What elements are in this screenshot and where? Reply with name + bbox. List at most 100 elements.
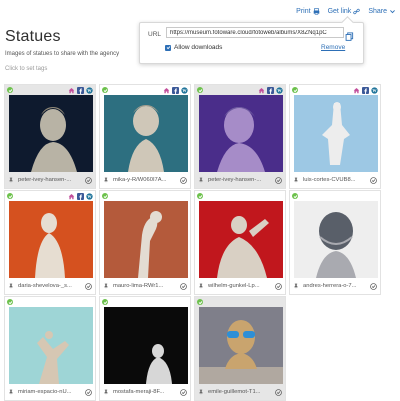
select-asset-checkbox[interactable] [370, 176, 377, 184]
chevron-down-icon [390, 10, 395, 14]
asset-card[interactable]: emile-guillemot-T1... [194, 296, 286, 401]
asset-card[interactable]: W peter-ivey-hansen-... [194, 84, 286, 189]
share-targets: W [68, 87, 93, 94]
asset-thumbnail[interactable] [104, 201, 188, 278]
album-title: Statues [5, 28, 61, 45]
home-icon[interactable] [353, 87, 360, 94]
asset-thumbnail[interactable] [9, 307, 93, 384]
link-icon [353, 8, 360, 15]
asset-thumbnail[interactable] [294, 201, 378, 278]
copy-button[interactable] [345, 28, 354, 41]
asset-thumbnail[interactable] [9, 95, 93, 172]
asset-caption-bar: miriam-espacio-nU... [8, 387, 92, 397]
home-icon[interactable] [258, 87, 265, 94]
asset-card[interactable]: andres-herrera-o-7... [289, 190, 381, 295]
published-status-icon [7, 87, 13, 93]
asset-card[interactable]: W daria-shevelova-_s... [4, 190, 96, 295]
asset-card[interactable]: W peter-ivey-hansen-... [4, 84, 96, 189]
asset-card[interactable]: W luis-cortes-CVUB8... [289, 84, 381, 189]
published-status-icon [292, 193, 298, 199]
select-asset-checkbox[interactable] [275, 388, 282, 396]
asset-card[interactable]: wilhelm-gunkel-Lp... [194, 190, 286, 295]
share-targets: W [68, 193, 93, 200]
published-status-icon [197, 87, 203, 93]
asset-thumbnail[interactable] [199, 95, 283, 172]
wordpress-icon[interactable]: W [371, 87, 378, 94]
pin-icon[interactable] [103, 177, 109, 183]
asset-filename: luis-cortes-CVUB8... [303, 177, 356, 183]
share-targets: W [353, 87, 378, 94]
asset-thumbnail[interactable] [104, 95, 188, 172]
select-asset-checkbox[interactable] [180, 282, 187, 290]
select-asset-checkbox[interactable] [85, 176, 92, 184]
select-asset-checkbox[interactable] [180, 176, 187, 184]
pin-icon[interactable] [103, 283, 109, 289]
select-asset-checkbox[interactable] [180, 388, 187, 396]
asset-caption-bar: peter-ivey-hansen-... [198, 175, 282, 185]
tags-field[interactable]: Click to set tags [5, 66, 47, 72]
allow-downloads-label: Allow downloads [174, 44, 223, 51]
print-button[interactable]: Print [296, 8, 319, 15]
asset-filename: mostafa-meraji-8F... [113, 389, 165, 395]
select-asset-checkbox[interactable] [370, 282, 377, 290]
published-status-icon [102, 193, 108, 199]
asset-thumbnail[interactable] [9, 201, 93, 278]
share-label: Share [368, 8, 387, 15]
facebook-icon[interactable] [77, 193, 84, 200]
allow-downloads-checkbox[interactable] [165, 44, 171, 51]
asset-thumbnail[interactable] [199, 201, 283, 278]
asset-card[interactable]: miriam-espacio-nU... [4, 296, 96, 401]
printer-icon [313, 8, 319, 15]
asset-caption-bar: mauro-lima-RWr1... [103, 281, 187, 291]
pin-icon[interactable] [198, 177, 204, 183]
facebook-icon[interactable] [77, 87, 84, 94]
asset-filename: mauro-lima-RWr1... [113, 283, 164, 289]
url-field[interactable] [166, 27, 344, 38]
pin-icon[interactable] [103, 389, 109, 395]
pin-icon[interactable] [198, 389, 204, 395]
select-asset-checkbox[interactable] [275, 282, 282, 290]
facebook-icon[interactable] [362, 87, 369, 94]
home-icon[interactable] [68, 193, 75, 200]
asset-card[interactable]: mauro-lima-RWr1... [99, 190, 191, 295]
asset-thumbnail[interactable] [294, 95, 378, 172]
get-link-button[interactable]: Get link [328, 8, 361, 15]
wordpress-icon[interactable]: W [276, 87, 283, 94]
facebook-icon[interactable] [267, 87, 274, 94]
pin-icon[interactable] [198, 283, 204, 289]
album-toolbar: Print Get link Share [296, 8, 396, 15]
published-status-icon [7, 193, 13, 199]
wordpress-icon[interactable]: W [181, 87, 188, 94]
print-label: Print [296, 8, 311, 15]
pin-icon[interactable] [293, 283, 299, 289]
asset-filename: daria-shevelova-_s... [18, 283, 72, 289]
published-status-icon [197, 299, 203, 305]
pin-icon[interactable] [8, 177, 14, 183]
home-icon[interactable] [163, 87, 170, 94]
wordpress-icon[interactable]: W [86, 193, 93, 200]
pin-icon[interactable] [8, 283, 14, 289]
pin-icon[interactable] [293, 177, 299, 183]
home-icon[interactable] [68, 87, 75, 94]
asset-filename: mika-y-R/W060I7A... [113, 177, 167, 183]
asset-caption-bar: wilhelm-gunkel-Lp... [198, 281, 282, 291]
allow-downloads-toggle[interactable]: Allow downloads [165, 44, 222, 51]
get-link-label: Get link [327, 8, 352, 15]
select-asset-checkbox[interactable] [275, 176, 282, 184]
remove-link-button[interactable]: Remove [321, 44, 345, 51]
asset-thumbnail[interactable] [104, 307, 188, 384]
asset-caption-bar: peter-ivey-hansen-... [8, 175, 92, 185]
asset-card[interactable]: mostafa-meraji-8F... [99, 296, 191, 401]
published-status-icon [102, 299, 108, 305]
published-status-icon [197, 193, 203, 199]
facebook-icon[interactable] [172, 87, 179, 94]
asset-caption-bar: luis-cortes-CVUB8... [293, 175, 377, 185]
wordpress-icon[interactable]: W [86, 87, 93, 94]
select-asset-checkbox[interactable] [85, 388, 92, 396]
asset-thumbnail[interactable] [199, 307, 283, 384]
share-button[interactable]: Share [368, 8, 396, 15]
pin-icon[interactable] [8, 389, 14, 395]
select-asset-checkbox[interactable] [85, 282, 92, 290]
asset-card[interactable]: W mika-y-R/W060I7A... [99, 84, 191, 189]
asset-caption-bar: mostafa-meraji-8F... [103, 387, 187, 397]
